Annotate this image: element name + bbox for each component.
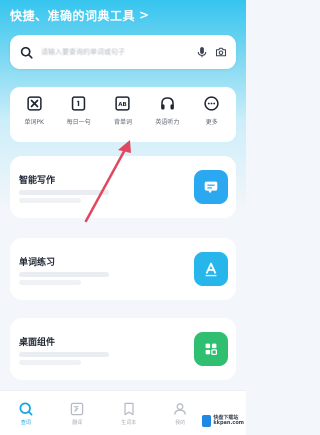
vs-icon — [27, 96, 42, 111]
search-icon — [20, 46, 33, 59]
tool-label: 每日一句 — [66, 119, 91, 126]
tool-grid: 单词PK 每日一句 AB 背单词 英语听力 更多 — [10, 87, 236, 142]
card-badge — [194, 170, 228, 204]
card-subtitle-placeholder — [19, 352, 109, 357]
daily-sentence-icon — [71, 96, 86, 111]
watermark-text: 快盘下载站 kkpan.com — [213, 415, 244, 427]
notebook-tab-icon — [124, 402, 134, 415]
chat-bubble-icon — [204, 181, 218, 194]
header-slogan[interactable]: 快捷、准确的词典工具 > — [10, 6, 150, 24]
card-badge — [194, 332, 228, 366]
tool-label: 更多 — [205, 119, 218, 126]
card-subtitle-placeholder — [19, 360, 81, 365]
search-input[interactable]: 请输入要查询的单词或句子 — [41, 47, 189, 57]
widget-grid-icon — [205, 343, 218, 356]
tab-label: 翻译 — [72, 419, 83, 426]
tab-translate[interactable]: 翻译 — [62, 401, 92, 426]
tab-label: 生词本 — [121, 419, 137, 426]
tab-notebook[interactable]: 生词本 — [114, 401, 144, 426]
tab-profile[interactable]: 我的 — [165, 401, 195, 426]
more-icon — [204, 96, 219, 111]
card-subtitle-placeholder — [19, 198, 81, 203]
tool-more[interactable]: 更多 — [192, 95, 232, 126]
profile-tab-icon — [174, 402, 187, 415]
card-subtitle-placeholder — [19, 272, 109, 277]
card-badge — [194, 252, 228, 286]
tab-label: 我的 — [175, 419, 186, 426]
tab-search[interactable]: 查词 — [11, 401, 41, 426]
tab-label: 查词 — [20, 419, 31, 426]
card-subtitle-placeholder — [19, 190, 109, 195]
tool-english-listening[interactable]: 英语听力 — [147, 95, 187, 126]
tool-word-pk[interactable]: 单词PK — [14, 95, 54, 126]
tool-daily-sentence[interactable]: 每日一句 — [59, 95, 99, 126]
tool-label: 单词PK — [24, 119, 44, 126]
card-title: 单词练习 — [19, 258, 56, 268]
tool-label: 背单词 — [113, 119, 132, 126]
card-title: 智能写作 — [19, 176, 56, 186]
ab-card-icon: AB — [115, 96, 131, 111]
card-subtitle-placeholder — [19, 280, 81, 285]
site-watermark: 快盘下载站 kkpan.com — [202, 409, 244, 433]
svg-text:AB: AB — [119, 102, 127, 108]
search-tab-icon — [19, 402, 33, 415]
search-bar[interactable]: 请输入要查询的单词或句子 — [10, 35, 236, 69]
chevron-right-icon: > — [139, 8, 150, 22]
tool-memorize-words[interactable]: AB 背单词 — [103, 95, 143, 126]
slogan-text: 快捷、准确的词典工具 — [10, 8, 136, 23]
tool-label: 英语听力 — [155, 119, 180, 126]
watermark-logo-icon — [202, 415, 212, 427]
watermark-line2: kkpan.com — [213, 420, 244, 426]
headphones-icon — [160, 97, 174, 110]
card-desktop-widgets[interactable]: 桌面组件 — [10, 318, 236, 380]
card-smart-writing[interactable]: 智能写作 — [10, 156, 236, 218]
microphone-icon[interactable] — [196, 46, 208, 58]
card-word-practice[interactable]: 单词练习 — [10, 238, 236, 300]
letter-a-icon — [205, 262, 217, 277]
translate-tab-icon — [71, 402, 84, 415]
card-title: 桌面组件 — [19, 338, 56, 348]
camera-icon[interactable] — [215, 46, 227, 58]
